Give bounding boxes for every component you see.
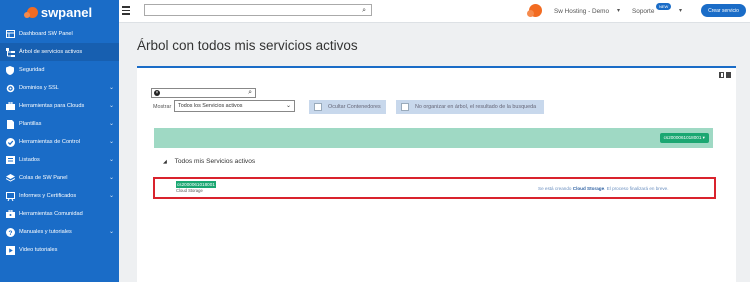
search-icon[interactable]: ⌕ — [248, 89, 252, 97]
file-icon — [5, 119, 15, 129]
sidebar-item-label: Árbol de servicios activos — [19, 49, 83, 55]
create-service-button[interactable]: Crear servicio — [701, 4, 746, 17]
tree-filter-input[interactable]: × ⌕ — [151, 88, 256, 98]
checkbox[interactable] — [314, 103, 322, 111]
sidebar-item[interactable]: Informes y Certificados ⌄ — [0, 187, 119, 205]
sidebar-item[interactable]: Plantillas ⌄ — [0, 115, 119, 133]
chevron-down-icon[interactable]: ⌄ — [109, 138, 114, 145]
support-menu[interactable]: Soporte — [632, 8, 654, 15]
list-icon — [5, 155, 15, 165]
hide-containers-toggle[interactable]: Ocultar Contenedores — [309, 100, 386, 114]
sidebar-item[interactable]: Dominios y SSL ⌄ — [0, 79, 119, 97]
chevron-down-icon[interactable]: ⌄ — [109, 84, 114, 91]
service-type: Cloud Storage — [176, 188, 203, 193]
report-icon — [5, 191, 15, 201]
sidebar-nav: Dashboard SW Panel Árbol de servicios act… — [0, 25, 119, 259]
sidebar-item-label: Dominios y SSL — [19, 85, 59, 91]
sidebar-item-label: Colas de SW Panel — [19, 175, 68, 181]
service-row[interactable]: cs2000061018001 Cloud Storage Se está cr… — [153, 177, 716, 199]
clear-icon[interactable]: × — [154, 90, 160, 96]
chevron-down-icon[interactable]: ⌄ — [109, 102, 114, 109]
sidebar-item-label: Video tutoriales — [19, 247, 58, 253]
sidebar-item-label: Informes y Certificados — [19, 193, 77, 199]
sidebar-item-label: Plantillas — [19, 121, 42, 127]
collapse-triangle-icon[interactable]: ◢ — [163, 159, 167, 165]
selection-bar: cs2000061018001 ▾ — [154, 128, 713, 148]
sidebar-item[interactable]: Listados ⌄ — [0, 151, 119, 169]
sidebar-item[interactable]: Seguridad — [0, 61, 119, 79]
sidebar-item-label: Herramientas Comunidad — [19, 211, 83, 217]
no-tree-label: No organizar en árbol, el resultado de l… — [415, 104, 537, 110]
toolbox-icon — [5, 101, 15, 111]
services-tree-card: × ⌕ Mostrar Todos los Servicios activos … — [137, 66, 736, 282]
tree-icon — [5, 47, 15, 57]
sidebar-item[interactable]: Colas de SW Panel ⌄ — [0, 169, 119, 187]
top-search-input[interactable]: ⌕ — [144, 4, 372, 16]
chevron-down-icon[interactable]: ⌄ — [109, 228, 114, 235]
check-circle-icon — [5, 137, 15, 147]
user-caret-icon[interactable]: ▾ — [617, 7, 620, 14]
domain-gear-icon — [5, 83, 15, 93]
logo[interactable]: swpanel — [0, 0, 119, 25]
show-select[interactable]: Todos los Servicios activos ⌄ — [174, 100, 295, 112]
tree-root-label: Todos mis Servicios activos — [174, 158, 256, 165]
help-icon: ? — [5, 227, 15, 237]
sidebar-item-label: Seguridad — [19, 67, 45, 73]
no-tree-toggle[interactable]: No organizar en árbol, el resultado de l… — [396, 100, 544, 114]
sidebar-item-label: Herramientas para Clouds — [19, 103, 85, 109]
sidebar-item-label: Listados — [19, 157, 40, 163]
page-title: Árbol con todos mis servicios activos — [137, 38, 358, 53]
video-icon — [5, 245, 15, 255]
show-label: Mostrar — [153, 104, 172, 110]
menu-toggle-icon[interactable] — [122, 6, 130, 15]
svg-text:?: ? — [8, 230, 12, 237]
sidebar-item[interactable]: Video tutoriales — [0, 241, 119, 259]
service-tag[interactable]: cs2000061018001 ▾ — [659, 133, 709, 143]
checkbox[interactable] — [401, 103, 409, 111]
sidebar-item-label: Dashboard SW Panel — [19, 31, 73, 37]
sidebar-item[interactable]: Dashboard SW Panel — [0, 25, 119, 43]
sidebar-item[interactable]: ? Manuales y tutoriales ⌄ — [0, 223, 119, 241]
sidebar-item[interactable]: Herramientas Comunidad — [0, 205, 119, 223]
community-toolbox-icon — [5, 209, 15, 219]
sidebar-item[interactable]: Árbol de servicios activos — [0, 43, 119, 61]
new-badge: NEW — [656, 3, 672, 10]
sidebar-item[interactable]: Herramientas de Control ⌄ — [0, 133, 119, 151]
layers-icon — [5, 173, 15, 183]
chevron-down-icon: ⌄ — [285, 103, 291, 109]
show-select-value: Todos los Servicios activos — [178, 103, 243, 109]
search-icon[interactable]: ⌕ — [362, 7, 366, 15]
chevron-down-icon[interactable]: ⌄ — [109, 174, 114, 181]
tree-view-icon[interactable] — [719, 72, 724, 78]
user-name[interactable]: Sw Hosting - Demo — [554, 8, 609, 15]
dashboard-icon — [5, 29, 15, 39]
document-view-icon[interactable] — [726, 72, 731, 78]
tree-root[interactable]: ◢ Todos mis Servicios activos — [163, 158, 255, 165]
support-caret-icon[interactable]: ▾ — [679, 7, 682, 14]
chevron-down-icon[interactable]: ⌄ — [109, 120, 114, 127]
service-name[interactable]: cs2000061018001 — [176, 181, 216, 188]
user-avatar[interactable] — [527, 4, 542, 17]
service-status-message: Se está creando Cloud Storage. El proces… — [538, 186, 669, 191]
topbar: ⌕ Sw Hosting - Demo ▾ Soporte NEW ▾ Crea… — [119, 0, 750, 23]
sidebar: swpanel Dashboard SW Panel Árbol de servi… — [0, 0, 119, 282]
logo-icon — [23, 7, 38, 18]
logo-text: swpanel — [40, 5, 93, 20]
chevron-down-icon[interactable]: ⌄ — [109, 192, 114, 199]
shield-icon — [5, 65, 15, 75]
sidebar-item[interactable]: Herramientas para Clouds ⌄ — [0, 97, 119, 115]
chevron-down-icon[interactable]: ⌄ — [109, 156, 114, 163]
view-toggle — [719, 72, 731, 78]
hide-containers-label: Ocultar Contenedores — [328, 104, 381, 110]
sidebar-item-label: Herramientas de Control — [19, 139, 80, 145]
sidebar-item-label: Manuales y tutoriales — [19, 229, 72, 235]
